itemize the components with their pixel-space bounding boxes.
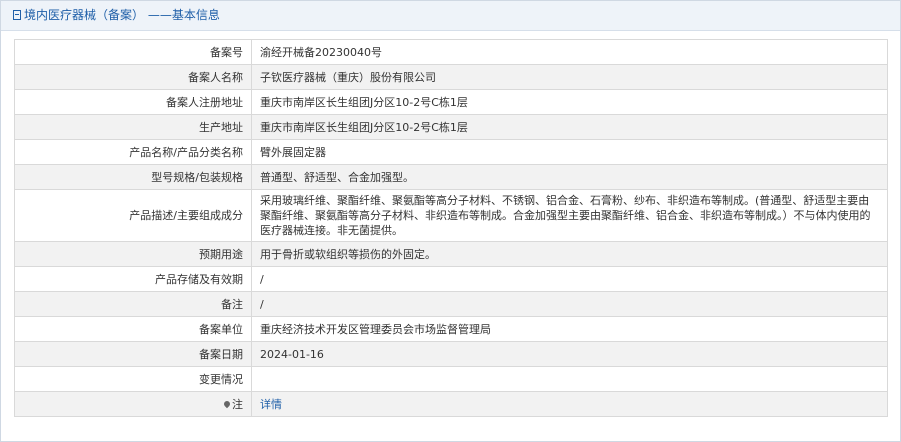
- row-label: 备案人注册地址: [14, 89, 252, 115]
- row-label: 生产地址: [14, 114, 252, 140]
- table-row: 产品名称/产品分类名称 臂外展固定器: [14, 139, 888, 165]
- row-value: 重庆市南岸区长生组团J分区10-2号C栋1层: [251, 89, 888, 115]
- table-row: 备案号 渝经开械备20230040号: [14, 39, 888, 65]
- row-value: 重庆经济技术开发区管理委员会市场监督管理局: [251, 316, 888, 342]
- row-label: 备案单位: [14, 316, 252, 342]
- row-value: 重庆市南岸区长生组团J分区10-2号C栋1层: [251, 114, 888, 140]
- info-table: 备案号 渝经开械备20230040号 备案人名称 子钦医疗器械（重庆）股份有限公…: [14, 39, 888, 417]
- panel-header: 境内医疗器械（备案） ——基本信息: [1, 1, 900, 31]
- row-label: 产品描述/主要组成成分: [14, 189, 252, 242]
- row-value: 采用玻璃纤维、聚酯纤维、聚氨酯等高分子材料、不锈钢、铝合金、石膏粉、纱布、非织造…: [251, 189, 888, 242]
- table-row: 备案单位 重庆经济技术开发区管理委员会市场监督管理局: [14, 316, 888, 342]
- table-row: 生产地址 重庆市南岸区长生组团J分区10-2号C栋1层: [14, 114, 888, 140]
- row-value: /: [251, 266, 888, 292]
- header-subtitle: 基本信息: [171, 8, 220, 22]
- row-value: 2024-01-16: [251, 341, 888, 367]
- row-label: 备案日期: [14, 341, 252, 367]
- row-label: 产品名称/产品分类名称: [14, 139, 252, 165]
- table-row: 备案人名称 子钦医疗器械（重庆）股份有限公司: [14, 64, 888, 90]
- table-row: 预期用途 用于骨折或软组织等损伤的外固定。: [14, 241, 888, 267]
- table-row: 备注 /: [14, 291, 888, 317]
- row-label: 变更情况: [14, 366, 252, 392]
- details-link[interactable]: 详情: [260, 398, 282, 411]
- table-row: 产品描述/主要组成成分 采用玻璃纤维、聚酯纤维、聚氨酯等高分子材料、不锈钢、铝合…: [14, 189, 888, 242]
- note-value-cell: 详情: [251, 391, 888, 417]
- row-value: 臂外展固定器: [251, 139, 888, 165]
- table-row: 型号规格/包装规格 普通型、舒适型、合金加强型。: [14, 164, 888, 190]
- table-row: 变更情况: [14, 366, 888, 392]
- table-row: 备案人注册地址 重庆市南岸区长生组团J分区10-2号C栋1层: [14, 89, 888, 115]
- header-separator: ——: [147, 8, 172, 22]
- row-label: 产品存储及有效期: [14, 266, 252, 292]
- row-value: 用于骨折或软组织等损伤的外固定。: [251, 241, 888, 267]
- row-label: 预期用途: [14, 241, 252, 267]
- pin-icon: [222, 399, 232, 408]
- note-label: 注: [232, 397, 243, 411]
- row-label: 型号规格/包装规格: [14, 164, 252, 190]
- note-row: 注 详情: [14, 391, 888, 417]
- document-icon: [13, 10, 21, 20]
- row-value: [251, 366, 888, 392]
- record-panel: 境内医疗器械（备案） ——基本信息 备案号 渝经开械备20230040号 备案人…: [0, 0, 901, 442]
- row-value: /: [251, 291, 888, 317]
- row-label: 备案号: [14, 39, 252, 65]
- row-value: 渝经开械备20230040号: [251, 39, 888, 65]
- table-row: 产品存储及有效期 /: [14, 266, 888, 292]
- header-title: 境内医疗器械（备案）: [24, 8, 145, 22]
- row-value: 普通型、舒适型、合金加强型。: [251, 164, 888, 190]
- row-label: 备案人名称: [14, 64, 252, 90]
- table-row: 备案日期 2024-01-16: [14, 341, 888, 367]
- note-label-cell: 注: [14, 391, 252, 417]
- row-value: 子钦医疗器械（重庆）股份有限公司: [251, 64, 888, 90]
- row-label: 备注: [14, 291, 252, 317]
